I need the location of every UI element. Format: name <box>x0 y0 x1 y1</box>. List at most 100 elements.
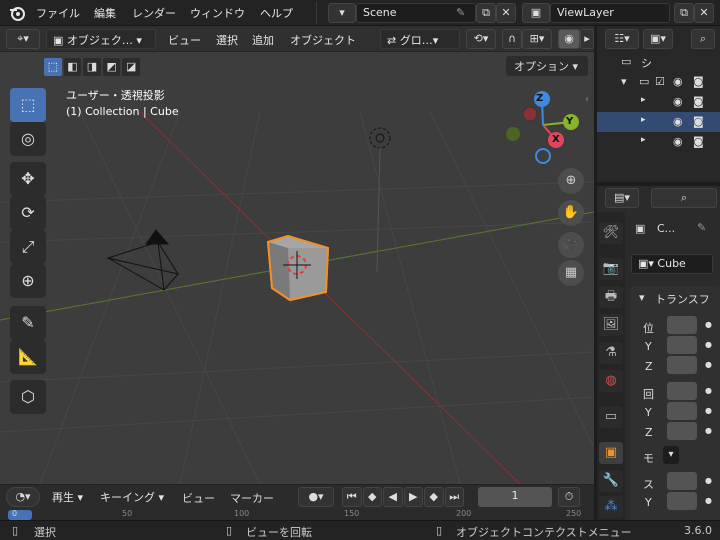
delete-viewlayer-icon[interactable]: ✕ <box>694 3 714 23</box>
keyframe-dot-icon[interactable]: ● <box>705 320 712 329</box>
expand-arrow-icon[interactable]: ▸ <box>641 95 646 105</box>
camera-object[interactable] <box>106 229 180 291</box>
keying-menu[interactable]: キーイング ▾ <box>94 487 172 507</box>
3d-viewport[interactable]: Z Y X ⬚ ◧ ◨ ◩ ◪ オプション ▾ ユーザー・透視投影 (1) Co… <box>0 52 594 484</box>
prev-keyframe-icon[interactable]: ◆ <box>362 487 382 507</box>
timeline-clock-icon[interactable]: ⏱ <box>558 487 580 507</box>
viewport-menu-view[interactable]: ビュー <box>168 32 201 48</box>
jump-end-icon[interactable]: ⏭ <box>444 487 464 507</box>
keyframe-dot-icon[interactable]: ● <box>705 340 712 349</box>
select-extend-icon[interactable]: ◧ <box>63 58 82 76</box>
outliner-row-scene[interactable]: ▭ シ <box>597 52 720 72</box>
keyframe-dot-icon[interactable]: ● <box>705 360 712 369</box>
snap-mode-icon[interactable]: ⊞▾ <box>522 29 552 49</box>
light-object[interactable] <box>369 127 391 273</box>
include-checkbox[interactable]: ☑ <box>655 75 665 88</box>
panel-collapse-icon[interactable]: ▾ <box>639 291 645 304</box>
playback-menu[interactable]: 再生 ▾ <box>46 487 92 507</box>
new-scene-icon[interactable]: ⧉ <box>476 3 496 23</box>
menu-file[interactable]: ファイル <box>36 5 80 21</box>
rotate-tool[interactable]: ⟳ <box>10 196 46 230</box>
expand-arrow-icon[interactable]: ▾ <box>621 75 627 88</box>
expand-arrow-icon[interactable]: ▸ <box>641 115 646 125</box>
outliner-row-item-selected[interactable]: ▸ ◉ ◙ <box>597 112 720 132</box>
visibility-eye-icon[interactable]: ◉ <box>673 115 683 128</box>
select-intersect-icon[interactable]: ◪ <box>122 58 140 76</box>
outliner-row-item[interactable]: ▸ ◉ ◙ <box>597 92 720 112</box>
keyframe-dot-icon[interactable]: ● <box>705 386 712 395</box>
editor-type-icon[interactable]: ⌖▾ <box>6 29 40 49</box>
scale-y-field[interactable] <box>667 492 697 510</box>
outliner-search-icon[interactable]: ⌕ <box>691 29 715 49</box>
object-tab-icon[interactable]: ▣ <box>599 442 623 464</box>
render-camera-icon[interactable]: ◙ <box>693 135 704 148</box>
perspective-grid-icon[interactable]: ▦ <box>558 260 584 286</box>
jump-start-icon[interactable]: ⏮ <box>342 487 362 507</box>
menu-edit[interactable]: 編集 <box>94 5 116 21</box>
rotation-mode-dropdown[interactable]: ▾ <box>663 446 679 464</box>
view-layer-tab-icon[interactable]: 🖼 <box>599 314 623 336</box>
object-name-field[interactable]: ▣▾ Cube <box>631 254 713 274</box>
scene-selector-icon[interactable]: ▾ <box>328 3 356 23</box>
rotation-x-field[interactable] <box>667 382 697 400</box>
options-dropdown[interactable]: オプション ▾ <box>506 56 588 76</box>
render-tab-icon[interactable]: 📷 <box>599 258 623 280</box>
new-viewlayer-icon[interactable]: ⧉ <box>674 3 694 23</box>
pin-icon[interactable]: ✎ <box>456 6 465 19</box>
viewlayer-name-field[interactable]: ViewLayer <box>550 3 670 23</box>
viewport-menu-object[interactable]: オブジェクト <box>290 32 356 48</box>
select-subtract-icon[interactable]: ◨ <box>83 58 101 76</box>
move-tool[interactable]: ✥ <box>10 162 46 196</box>
zoom-icon[interactable]: ⊕ <box>558 168 584 194</box>
proportional-edit-icon[interactable]: ◉ <box>558 29 580 49</box>
camera-view-icon[interactable]: 🎥 <box>558 232 584 258</box>
select-new-icon[interactable]: ⬚ <box>44 58 62 76</box>
keyframe-dot-icon[interactable]: ● <box>705 476 712 485</box>
visibility-eye-icon[interactable]: ◉ <box>673 75 683 88</box>
scale-tool[interactable]: ⤢ <box>10 230 46 264</box>
keyframe-dot-icon[interactable]: ● <box>705 426 712 435</box>
mode-selector[interactable]: ▣ オブジェク… ▾ <box>46 29 156 49</box>
properties-editor-icon[interactable]: ▤▾ <box>605 188 639 208</box>
expand-arrow-icon[interactable]: ▸ <box>641 135 646 145</box>
particles-tab-icon[interactable]: ⁂ <box>599 496 623 518</box>
outliner-row-item[interactable]: ▸ ◉ ◙ <box>597 132 720 152</box>
collection-tab-icon[interactable]: ▭ <box>599 406 623 428</box>
delete-scene-icon[interactable]: ✕ <box>496 3 516 23</box>
world-tab-icon[interactable]: ◍ <box>599 370 623 392</box>
select-invert-icon[interactable]: ◩ <box>102 58 121 76</box>
visibility-eye-icon[interactable]: ◉ <box>673 135 683 148</box>
rotation-y-field[interactable] <box>667 402 697 420</box>
measure-tool[interactable]: 📐 <box>10 340 46 374</box>
play-reverse-icon[interactable]: ◀ <box>383 487 403 507</box>
transform-panel-title[interactable]: トランスフ <box>655 291 710 307</box>
cube-object[interactable] <box>266 234 330 302</box>
pin-icon[interactable]: ✎ <box>697 221 706 234</box>
location-y-field[interactable] <box>667 336 697 354</box>
viewport-menu-add[interactable]: 追加 <box>252 32 274 48</box>
snap-toggle-icon[interactable]: ∩ <box>502 29 522 49</box>
render-camera-icon[interactable]: ◙ <box>693 115 704 128</box>
proportional-falloff-icon[interactable]: ▸ <box>580 29 594 49</box>
display-mode-icon[interactable]: ▣▾ <box>643 29 673 49</box>
annotate-tool[interactable]: ✎ <box>10 306 46 340</box>
modifier-tab-icon[interactable]: 🔧 <box>599 470 623 492</box>
keyframe-dot-icon[interactable]: ● <box>705 406 712 415</box>
play-icon[interactable]: ▶ <box>403 487 423 507</box>
keyframe-dot-icon[interactable]: ● <box>705 496 712 505</box>
transform-orientation-dropdown[interactable]: ⇄ グロ…▾ <box>380 29 460 49</box>
transform-tool[interactable]: ⊕ <box>10 264 46 298</box>
menu-render[interactable]: レンダー <box>132 5 176 21</box>
timeline-ruler[interactable]: 0 50 100 150 200 250 <box>0 509 594 520</box>
render-camera-icon[interactable]: ◙ <box>693 75 704 88</box>
scale-x-field[interactable] <box>667 472 697 490</box>
timeline-editor-icon[interactable]: ◔▾ <box>6 487 40 507</box>
select-box-tool[interactable]: ⬚ <box>10 88 46 122</box>
outliner-row-collection[interactable]: ▾ ▭ ☑ ◉ ◙ <box>597 72 720 92</box>
next-keyframe-icon[interactable]: ◆ <box>424 487 444 507</box>
sidebar-toggle-icon[interactable]: ‹ <box>585 94 589 105</box>
viewlayer-selector-icon[interactable]: ▣ <box>522 3 550 23</box>
location-z-field[interactable] <box>667 356 697 374</box>
menu-window[interactable]: ウィンドウ <box>190 5 245 21</box>
output-tab-icon[interactable]: 🖶 <box>599 286 623 308</box>
